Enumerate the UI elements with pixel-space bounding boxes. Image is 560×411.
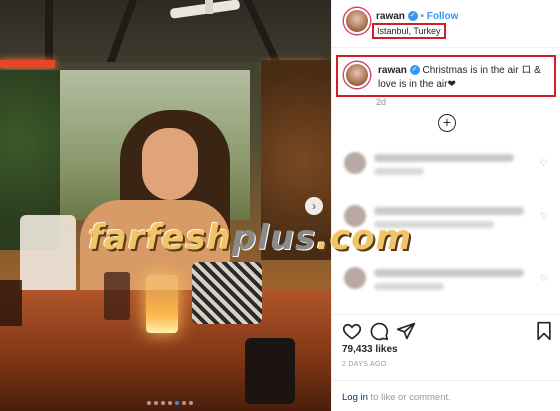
watermark-plus: plus (231, 218, 317, 258)
comment-item: ♡ (340, 150, 552, 190)
comment-item: ♡ (340, 265, 552, 305)
verified-badge-icon: ✓ (409, 65, 420, 76)
load-more-comments-button[interactable]: + (438, 114, 456, 132)
comment-meta-blurred (374, 168, 424, 175)
post-side-panel: rawan ✓ • Follow Istanbul, Turkey rawan … (331, 0, 560, 411)
avatar[interactable] (344, 8, 370, 34)
avatar[interactable] (344, 152, 366, 174)
comment-meta-blurred (374, 283, 444, 290)
comment-text-blurred (374, 207, 524, 215)
candle (146, 275, 178, 333)
carousel-dots (147, 401, 193, 405)
heart-icon[interactable] (342, 321, 362, 341)
carousel-dot (161, 401, 165, 405)
follow-button[interactable]: Follow (427, 11, 459, 22)
location-link[interactable]: Istanbul, Turkey (372, 23, 446, 39)
login-bar: Log in to like or comment. (332, 380, 560, 411)
handbag (192, 262, 262, 324)
login-link[interactable]: Log in (342, 392, 368, 403)
person-face (142, 128, 198, 200)
carousel-dot (175, 401, 179, 405)
caption: rawan ✓ Christmas is in the air ロ & love… (336, 55, 556, 97)
carousel-dot (182, 401, 186, 405)
chair (20, 215, 76, 295)
post-timestamp[interactable]: 2 DAYS AGO (342, 361, 387, 368)
caption-time: 2d (376, 97, 387, 107)
comment-icon[interactable] (369, 321, 389, 341)
post-header: rawan ✓ • Follow Istanbul, Turkey (332, 0, 560, 48)
heart-icon[interactable]: ♡ (540, 273, 548, 284)
comment-text-blurred (374, 269, 524, 277)
carousel-dot (168, 401, 172, 405)
heart-icon[interactable]: ♡ (540, 211, 548, 222)
login-rest: to like or comment. (367, 392, 451, 403)
bookmark-icon[interactable] (534, 321, 554, 341)
username-link[interactable]: rawan (376, 11, 405, 22)
header-name-line: rawan ✓ • Follow (376, 11, 458, 22)
caption-text: rawan ✓ Christmas is in the air ロ & love… (378, 64, 554, 92)
heart-icon[interactable]: ♡ (540, 158, 548, 169)
cup (245, 338, 295, 404)
caption-username[interactable]: rawan (378, 65, 407, 76)
heater-light (0, 60, 55, 68)
comment-text-blurred (374, 154, 514, 162)
avatar[interactable] (344, 267, 366, 289)
watermark-tld: .com (316, 218, 413, 258)
action-bar (332, 314, 560, 344)
watermark: farfeshplus.com (88, 218, 498, 270)
avatar[interactable] (344, 62, 370, 88)
drink-glass (0, 280, 22, 326)
carousel-dot (189, 401, 193, 405)
carousel-dot (154, 401, 158, 405)
carousel-next-button[interactable]: › (305, 197, 323, 215)
drink-glass (104, 272, 130, 320)
login-prompt: Log in to like or comment. (342, 392, 451, 403)
post-photo[interactable]: › (0, 0, 331, 411)
share-icon[interactable] (396, 321, 416, 341)
watermark-main: farfesh (88, 218, 232, 258)
carousel-dot (147, 401, 151, 405)
likes-count[interactable]: 79,433 likes (342, 344, 398, 355)
verified-badge-icon: ✓ (407, 11, 418, 22)
separator-dot: • (420, 11, 424, 22)
